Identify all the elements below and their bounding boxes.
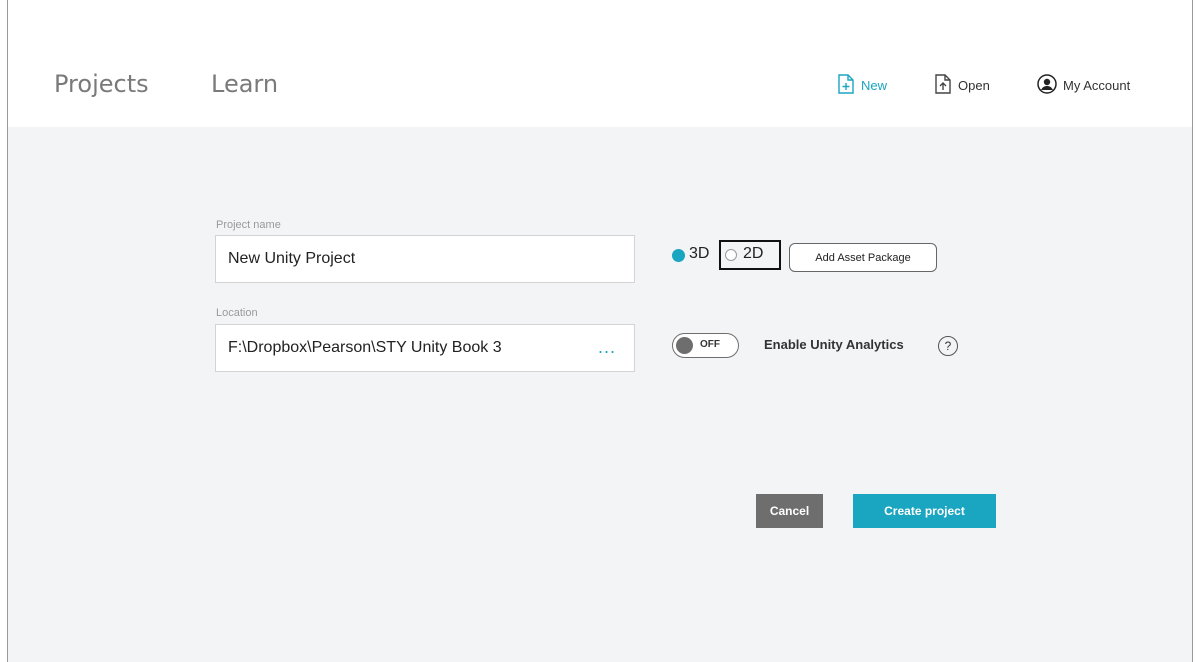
new-label: New: [861, 78, 888, 93]
analytics-toggle[interactable]: OFF: [672, 333, 739, 358]
toggle-state-label: OFF: [700, 339, 720, 350]
radio-3d[interactable]: [672, 249, 685, 262]
account-label: My Account: [1063, 78, 1131, 93]
new-project-button[interactable]: New: [837, 74, 887, 97]
nav-projects[interactable]: Projects: [54, 70, 149, 98]
add-asset-package-button[interactable]: Add Asset Package: [789, 243, 937, 272]
open-project-button[interactable]: Open: [934, 74, 990, 97]
project-name-label: Project name: [216, 219, 281, 231]
top-navigation-bar: Projects Learn New Open My Account: [8, 0, 1192, 127]
location-value: F:\Dropbox\Pearson\STY Unity Book 3: [228, 339, 502, 356]
cancel-button[interactable]: Cancel: [756, 494, 823, 528]
account-avatar-icon: [1037, 74, 1057, 97]
new-project-panel: Project name New Unity Project Location …: [8, 127, 1192, 662]
create-project-button[interactable]: Create project: [853, 494, 996, 528]
enable-analytics-label: Enable Unity Analytics: [764, 337, 904, 352]
my-account-button[interactable]: My Account: [1037, 74, 1130, 97]
browse-location-button[interactable]: ...: [598, 337, 616, 358]
new-file-icon: [837, 74, 855, 97]
open-label: Open: [958, 78, 990, 93]
option-3d-label[interactable]: 3D: [689, 245, 709, 263]
toggle-knob: [676, 337, 693, 354]
nav-learn[interactable]: Learn: [211, 70, 278, 98]
help-question-icon[interactable]: ?: [938, 336, 958, 356]
location-input[interactable]: F:\Dropbox\Pearson\STY Unity Book 3 ...: [215, 324, 635, 372]
open-file-icon: [934, 74, 952, 97]
location-label: Location: [216, 307, 258, 319]
option-2d-label[interactable]: 2D: [743, 245, 763, 263]
unity-launcher-window: Projects Learn New Open My Account Proje…: [7, 0, 1193, 662]
radio-2d[interactable]: [725, 249, 737, 261]
project-name-input[interactable]: New Unity Project: [215, 235, 635, 283]
